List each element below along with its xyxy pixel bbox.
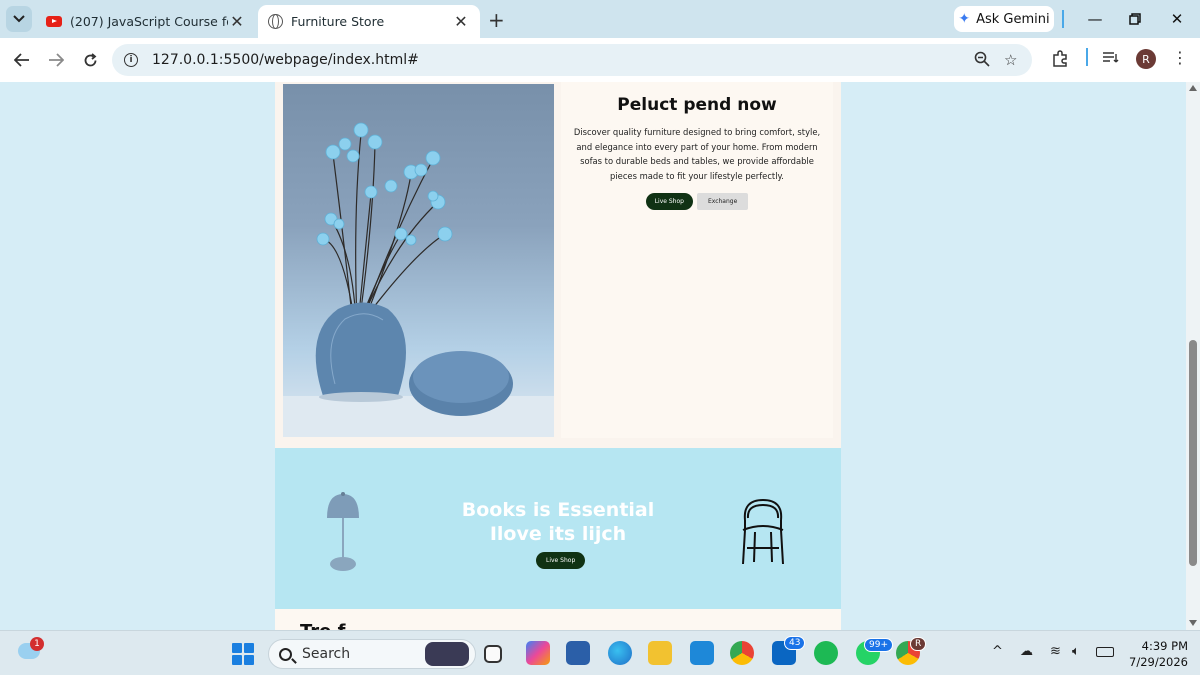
tab-javascript-course[interactable]: (207) JavaScript Course for Beginners ✕: [36, 5, 256, 38]
edge-icon[interactable]: [608, 641, 632, 665]
chair-image: [742, 498, 784, 565]
promo-banner: Books is Essential Ilove its lijch Live …: [275, 448, 841, 609]
reload-button[interactable]: [78, 48, 102, 72]
clock-date: 7/29/2026: [1129, 655, 1188, 669]
site-info-icon[interactable]: i: [124, 53, 138, 67]
minimize-button[interactable]: —: [1080, 6, 1110, 32]
profile-avatar[interactable]: R: [1136, 49, 1156, 69]
wifi-icon[interactable]: ≋: [1050, 644, 1061, 659]
vase-flowers-illustration: [283, 122, 554, 437]
tab-title: Furniture Store: [291, 14, 385, 29]
url-text: 127.0.0.1:5500/webpage/index.html#: [152, 52, 419, 68]
furniture-store-page: Peluct pend now Discover quality furnitu…: [275, 82, 841, 630]
ask-gemini-button[interactable]: ✦ Ask Gemini: [954, 6, 1054, 32]
scroll-thumb[interactable]: [1189, 340, 1197, 566]
whatsapp-badge: 99+: [864, 638, 893, 652]
tab-search-button[interactable]: [6, 6, 32, 32]
search-icon: [279, 647, 292, 661]
close-icon[interactable]: ✕: [228, 12, 246, 31]
zoom-icon[interactable]: [974, 51, 990, 71]
chevron-down-icon: [13, 15, 25, 23]
exchange-button[interactable]: Exchange: [696, 193, 749, 210]
clock-time: 4:39 PM: [1141, 639, 1188, 653]
scroll-down-arrow[interactable]: [1189, 620, 1197, 626]
reading-list-icon[interactable]: [1102, 50, 1120, 69]
ask-gemini-label: Ask Gemini: [976, 11, 1050, 27]
task-view-icon[interactable]: [484, 645, 502, 663]
arrow-right-icon: [49, 53, 64, 67]
vscode-icon[interactable]: [690, 641, 714, 665]
next-section-heading: Tre f: [300, 621, 345, 630]
forward-button[interactable]: [44, 48, 68, 72]
reload-icon: [84, 52, 96, 66]
close-icon[interactable]: ✕: [452, 12, 470, 31]
show-hidden-icons-icon[interactable]: ^: [992, 644, 1003, 659]
page-viewport: Peluct pend now Discover quality furnitu…: [0, 82, 1186, 630]
tab-title: (207) JavaScript Course for Beginners: [70, 14, 228, 29]
taskbar-search[interactable]: Search: [268, 639, 476, 669]
weather-badge: 1: [30, 637, 44, 651]
live-shop-button[interactable]: Live Shop: [645, 193, 693, 210]
banner-line-1: Books is Essential: [461, 499, 655, 521]
browser-toolbar: i 127.0.0.1:5500/webpage/index.html# ☆ R…: [0, 38, 1200, 82]
gemini-icon: ✦: [958, 11, 971, 27]
promo-description: Discover quality furniture designed to b…: [573, 127, 821, 181]
file-explorer-icon[interactable]: [648, 641, 672, 665]
lamp-image: [327, 492, 359, 571]
promo-buttons: Live Shop Exchange: [561, 193, 833, 210]
banner-heading: Books is Essential Ilove its lijch: [458, 498, 658, 546]
spotify-icon[interactable]: [814, 641, 838, 665]
banner-line-2: Ilove its lijch: [489, 523, 627, 545]
copilot-icon[interactable]: [526, 641, 550, 665]
restore-button[interactable]: [1120, 6, 1150, 32]
promo-title: Peluct pend now: [617, 95, 777, 115]
browser-menu-icon[interactable]: ⋮: [1172, 48, 1188, 67]
bookmark-star-icon[interactable]: ☆: [1004, 51, 1017, 69]
page-scrollbar[interactable]: [1186, 82, 1200, 630]
restore-icon: [1129, 13, 1141, 25]
system-clock[interactable]: 4:39 PM 7/29/2026: [1124, 638, 1188, 670]
close-window-button[interactable]: ✕: [1162, 6, 1192, 32]
search-highlight-icon: [425, 642, 469, 666]
youtube-icon: [46, 16, 62, 27]
banner-live-shop-button[interactable]: Live Shop: [536, 552, 586, 569]
battery-icon[interactable]: [1096, 647, 1114, 657]
globe-icon: [268, 14, 283, 29]
chrome-profile-initial: R: [910, 637, 927, 651]
tab-furniture-store[interactable]: Furniture Store ✕: [258, 5, 480, 38]
scroll-up-arrow[interactable]: [1189, 85, 1197, 91]
extensions-icon[interactable]: [1052, 50, 1069, 71]
hero-vase-image: [283, 84, 554, 437]
back-button[interactable]: [10, 48, 34, 72]
divider: [1062, 10, 1064, 28]
store-icon[interactable]: [566, 641, 590, 665]
volume-icon[interactable]: 🔈︎: [1072, 644, 1080, 659]
address-bar[interactable]: i 127.0.0.1:5500/webpage/index.html# ☆: [112, 44, 1032, 76]
tab-strip: (207) JavaScript Course for Beginners ✕ …: [0, 0, 1200, 38]
search-label: Search: [302, 646, 351, 662]
start-button[interactable]: [232, 643, 254, 665]
taskbar: 1 Search 43 99+ R ^ ☁ ≋ 🔈︎ 4:39 PM 7/29/…: [0, 630, 1200, 675]
arrow-left-icon: [14, 53, 29, 67]
divider: [1086, 48, 1088, 66]
new-tab-button[interactable]: +: [488, 8, 505, 32]
promo-panel: Peluct pend now Discover quality furnitu…: [561, 82, 833, 438]
next-section: Tre f: [275, 609, 841, 630]
chrome-icon[interactable]: [730, 641, 754, 665]
onedrive-icon[interactable]: ☁: [1020, 644, 1033, 659]
linkedin-badge: 43: [784, 636, 806, 650]
